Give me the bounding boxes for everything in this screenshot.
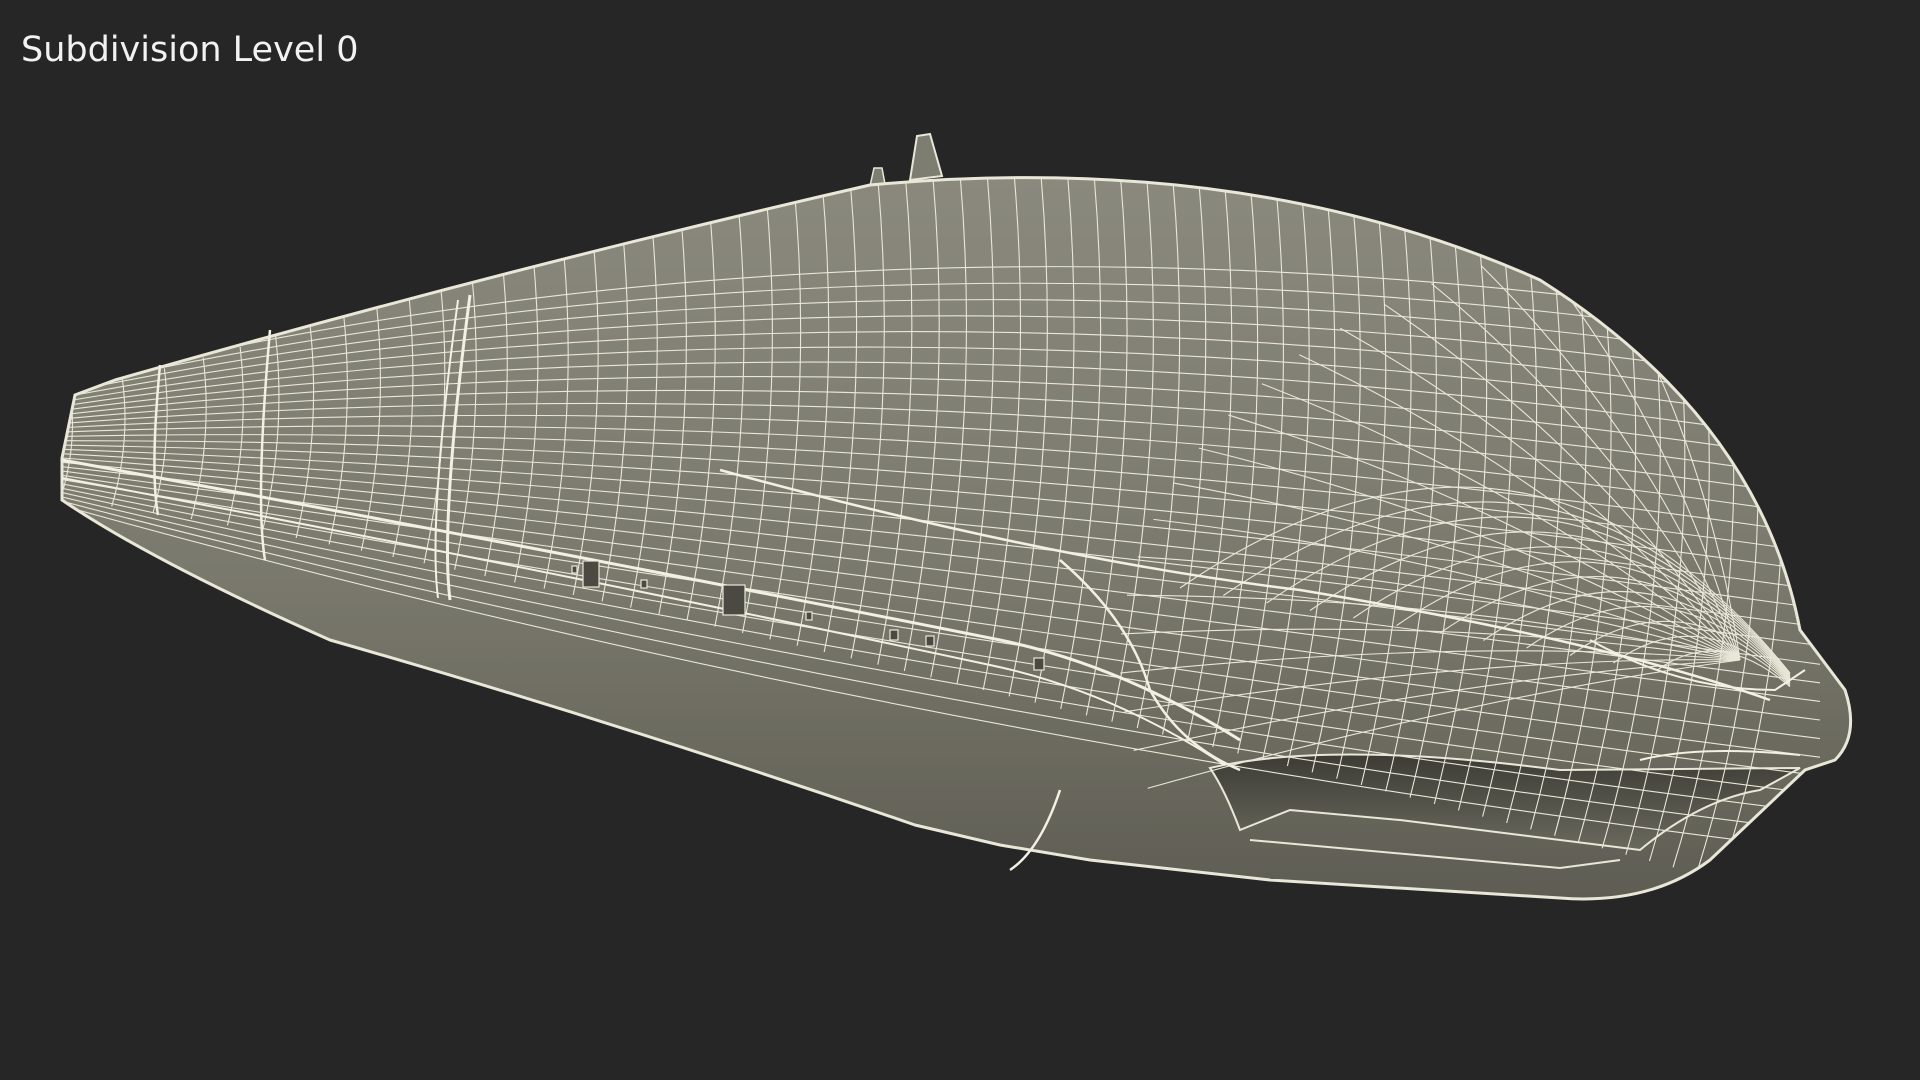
render-viewport: Subdivision Level 0 (0, 0, 1920, 1080)
roof-antenna (869, 132, 944, 187)
subdivision-level-label: Subdivision Level 0 (21, 30, 359, 70)
train-model-render (60, 132, 1853, 901)
